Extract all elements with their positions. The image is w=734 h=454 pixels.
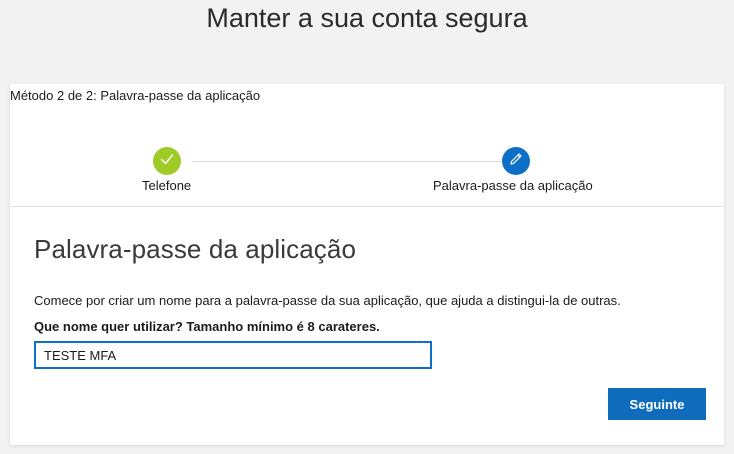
app-name-label: Que nome quer utilizar? Tamanho mínimo é… bbox=[34, 319, 380, 334]
step-app-password-label: Palavra-passe da aplicação bbox=[433, 178, 593, 193]
check-icon bbox=[159, 151, 175, 172]
method-label: Método 2 de 2: Palavra-passe da aplicaçã… bbox=[10, 88, 261, 103]
divider bbox=[10, 206, 724, 207]
wizard-card: Método 2 de 2: Palavra-passe da aplicaçã… bbox=[10, 84, 724, 445]
page-title: Manter a sua conta segura bbox=[206, 3, 528, 33]
section-title: Palavra-passe da aplicação bbox=[34, 234, 357, 264]
stepper-connector bbox=[193, 161, 501, 162]
step-app-password-indicator bbox=[502, 147, 530, 175]
step-phone-label: Telefone bbox=[142, 178, 192, 193]
step-phone-indicator bbox=[153, 147, 181, 175]
next-button[interactable]: Seguinte bbox=[608, 388, 706, 420]
pencil-icon bbox=[508, 151, 524, 172]
app-name-input[interactable] bbox=[34, 341, 432, 369]
instructions-text: Comece por criar um nome para a palavra-… bbox=[34, 293, 621, 308]
